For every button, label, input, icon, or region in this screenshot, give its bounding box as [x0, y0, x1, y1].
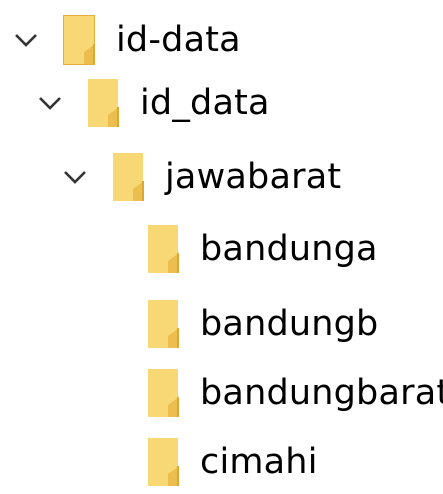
folder-icon [63, 15, 95, 65]
tree-item-id-data[interactable]: id-data [12, 10, 241, 70]
tree-item-bandunga[interactable]: bandunga [146, 219, 378, 279]
tree-item-label: bandunga [200, 228, 378, 269]
tree-item-jawabarat[interactable]: jawabarat [61, 147, 341, 207]
tree-item-label: bandungbarat [200, 372, 443, 413]
folder-icon [148, 438, 179, 486]
tree-item-bandungbarat[interactable]: bandungbarat [146, 363, 443, 423]
tree-item-label: id-data [116, 19, 241, 60]
folder-icon [148, 300, 179, 348]
chevron-down-icon[interactable] [12, 28, 40, 52]
chevron-down-icon[interactable] [61, 165, 89, 189]
tree-item-label: jawabarat [165, 156, 342, 197]
tree-item-label: id_data [140, 82, 270, 123]
tree-item-label: cimahi [200, 441, 318, 482]
tree-item-cimahi[interactable]: cimahi [146, 432, 318, 492]
folder-icon [88, 79, 119, 127]
folder-tree: id-data id_data jawabarat bandunga bandu… [0, 0, 443, 494]
tree-item-bandungb[interactable]: bandungb [146, 294, 378, 354]
chevron-down-icon[interactable] [36, 91, 64, 115]
folder-icon [148, 225, 179, 273]
tree-item-label: bandungb [200, 303, 379, 344]
folder-icon [113, 153, 144, 201]
tree-item-id_data[interactable]: id_data [36, 73, 270, 133]
folder-icon [148, 369, 179, 417]
